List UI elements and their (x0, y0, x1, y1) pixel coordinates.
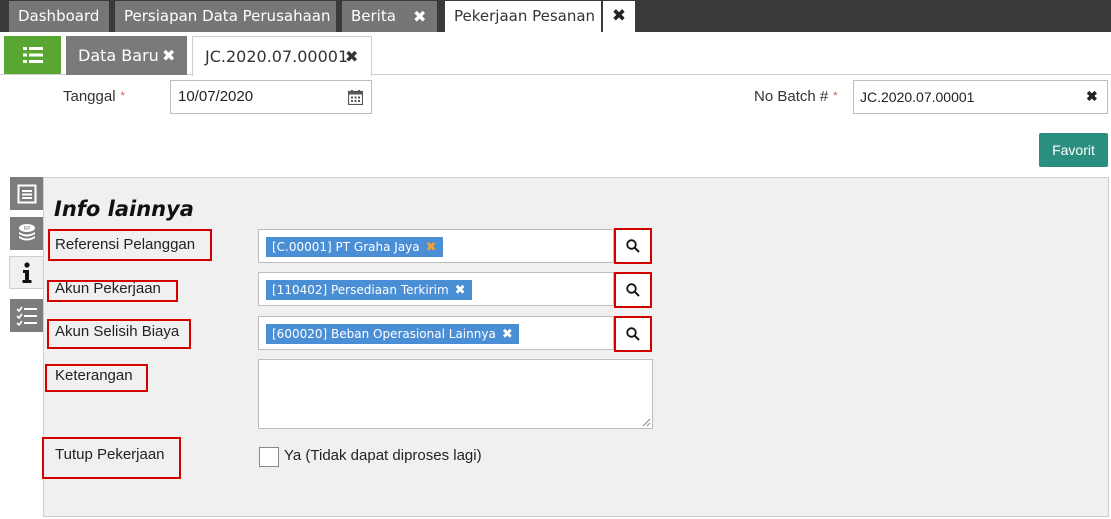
tab-pekerjaan-pesanan-label: Pekerjaan Pesanan (454, 7, 596, 25)
coins-rp-icon: RP (18, 223, 35, 240)
no-batch-input[interactable]: JC.2020.07.00001 ✖ (853, 80, 1108, 114)
tab-data-baru-close-icon[interactable]: ✖ (162, 36, 175, 75)
referensi-pelanggan-value: [C.00001] PT Graha Jaya (272, 240, 420, 254)
no-batch-label: No Batch # * (754, 88, 838, 105)
remove-chip-icon[interactable]: ✖ (455, 283, 466, 298)
sidebar-tab-cost[interactable]: RP (10, 217, 43, 250)
tutup-pekerjaan-checkbox-label[interactable]: Ya (Tidak dapat diproses lagi) (284, 447, 482, 464)
tanggal-date-input[interactable]: 10/07/2020 (170, 80, 372, 114)
tab-berita-close-icon[interactable]: ✖ (413, 1, 426, 32)
akun-selisih-biaya-value: [600020] Beban Operasional Lainnya (272, 327, 496, 341)
tab-dashboard[interactable]: Dashboard (9, 1, 109, 32)
tab-berita-label: Berita (351, 7, 396, 25)
tab-data-baru-label: Data Baru (78, 46, 159, 65)
akun-pekerjaan-chip: [110402] Persediaan Terkirim ✖ (266, 280, 472, 300)
tutup-pekerjaan-checkbox[interactable] (259, 447, 279, 467)
tutup-pekerjaan-label: Tutup Pekerjaan (55, 446, 165, 463)
tab-current-document[interactable]: JC.2020.07.00001 ✖ (192, 36, 372, 76)
referensi-pelanggan-chip: [C.00001] PT Graha Jaya ✖ (266, 237, 443, 257)
document-lines-icon (17, 184, 36, 203)
referensi-search-button[interactable] (614, 228, 652, 264)
sidebar-tab-general[interactable] (10, 177, 43, 210)
sidebar-tab-checklist[interactable] (10, 299, 43, 332)
required-mark: * (120, 90, 125, 102)
tab-persiapan-label: Persiapan Data Perusahaan (124, 7, 331, 25)
search-icon (626, 327, 640, 341)
akun-pekerjaan-value: [110402] Persediaan Terkirim (272, 283, 449, 297)
svg-text:RP: RP (23, 226, 30, 232)
akun-selisih-search-button[interactable] (614, 316, 652, 352)
tab-pekerjaan-pesanan-close-icon[interactable]: ✖ (603, 1, 635, 32)
no-batch-value: JC.2020.07.00001 (860, 89, 975, 105)
akun-selisih-biaya-label: Akun Selisih Biaya (55, 323, 180, 340)
required-mark: * (833, 90, 838, 102)
tanggal-label: Tanggal * (63, 88, 125, 105)
resize-grip-icon[interactable] (642, 418, 651, 427)
referensi-pelanggan-select[interactable]: [C.00001] PT Graha Jaya ✖ (258, 229, 614, 263)
keterangan-textarea[interactable] (258, 359, 653, 429)
akun-pekerjaan-select[interactable]: [110402] Persediaan Terkirim ✖ (258, 272, 614, 306)
akun-selisih-biaya-chip: [600020] Beban Operasional Lainnya ✖ (266, 324, 519, 344)
akun-selisih-biaya-select[interactable]: [600020] Beban Operasional Lainnya ✖ (258, 316, 614, 350)
referensi-pelanggan-label: Referensi Pelanggan (55, 236, 196, 253)
no-batch-label-text: No Batch # (754, 88, 829, 105)
tanggal-value: 10/07/2020 (178, 88, 254, 105)
search-icon (626, 283, 640, 297)
tab-pekerjaan-pesanan[interactable]: Pekerjaan Pesanan (445, 1, 601, 32)
search-icon (626, 239, 640, 253)
akun-pekerjaan-label: Akun Pekerjaan (55, 280, 161, 297)
tab-dashboard-label: Dashboard (18, 7, 100, 25)
list-icon (22, 47, 43, 63)
tab-current-document-close-icon[interactable]: ✖ (345, 37, 358, 76)
section-title: Info lainnya (54, 197, 194, 221)
tab-current-document-label: JC.2020.07.00001 (205, 47, 349, 66)
tab-data-baru[interactable]: Data Baru ✖ (66, 36, 187, 75)
akun-pekerjaan-search-button[interactable] (614, 272, 652, 308)
remove-chip-icon[interactable]: ✖ (426, 240, 437, 255)
checklist-icon (15, 306, 37, 326)
clear-batch-icon[interactable]: ✖ (1086, 88, 1098, 105)
tab-berita[interactable]: Berita ✖ (342, 1, 437, 32)
calendar-icon[interactable] (348, 90, 363, 105)
sidebar-tab-info[interactable] (9, 256, 44, 289)
remove-chip-icon[interactable]: ✖ (502, 327, 513, 342)
document-tab-bar: Data Baru ✖ JC.2020.07.00001 ✖ (0, 32, 1111, 76)
tab-persiapan-data-perusahaan[interactable]: Persiapan Data Perusahaan (115, 1, 336, 32)
info-icon (22, 261, 32, 283)
list-menu-button[interactable] (4, 36, 61, 74)
tanggal-label-text: Tanggal (63, 88, 116, 105)
top-tab-bar: Dashboard Persiapan Data Perusahaan Beri… (0, 0, 1111, 32)
keterangan-label: Keterangan (55, 367, 133, 384)
favorit-button[interactable]: Favorit (1039, 133, 1108, 167)
